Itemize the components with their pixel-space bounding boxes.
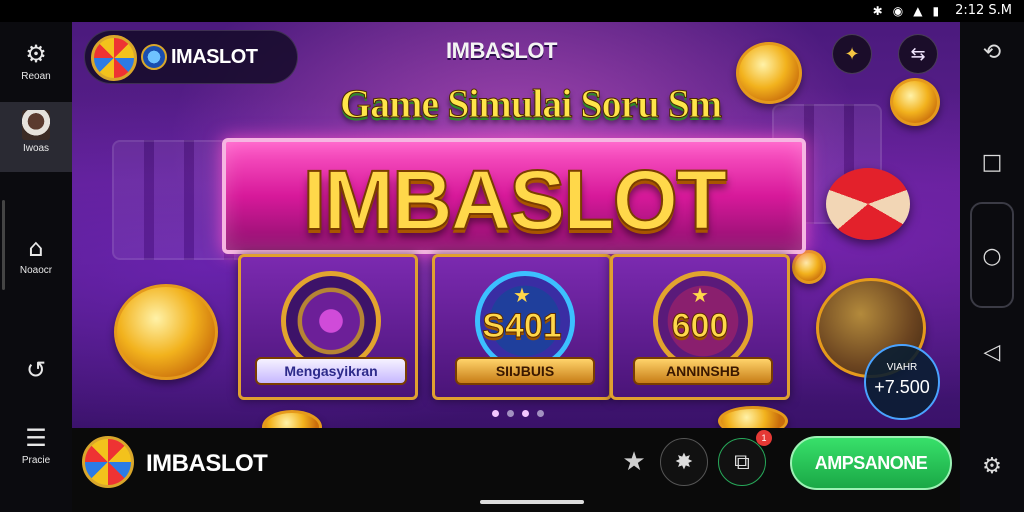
home-icon: ⌂ <box>28 234 44 262</box>
card-value: 600 <box>671 307 729 346</box>
home-indicator[interactable] <box>480 500 584 504</box>
favorite-icon[interactable]: ✸ <box>660 438 708 486</box>
star-rating-icon[interactable]: ★ <box>610 438 658 486</box>
red-ball <box>826 168 910 240</box>
settings-gear-icon[interactable]: ⚙ <box>960 454 1024 479</box>
bottom-app-bar: IMBASLOT ★ ✸ ⧉ 1 AMPSANONE <box>72 428 960 512</box>
gold-coin <box>718 406 788 428</box>
rail-item-layers[interactable]: ☰ Pracie <box>0 424 72 466</box>
logo-badge-icon <box>141 44 167 70</box>
counter-value: +7.500 <box>874 377 930 397</box>
battery-icon: ▮ <box>932 3 940 18</box>
gold-coin <box>736 42 802 104</box>
rail-item-settings[interactable]: ⚙ Reoan <box>0 40 72 82</box>
game-logo[interactable]: IMASLOT <box>84 30 298 84</box>
rail-item-label: Iwoas <box>22 143 50 154</box>
main-banner: IMBASLOT <box>222 138 806 254</box>
signal-icon: ▲ <box>913 3 923 18</box>
card-ribbon: SIIJBUIS <box>455 357 595 385</box>
banner-title: IMBASLOT <box>302 152 729 248</box>
wifi-icon: ◉ <box>892 3 904 18</box>
status-bar: ✱ ◉ ▲ ▮ 2:12 S.M <box>0 0 1024 22</box>
rotate-icon[interactable]: ⟲ <box>960 40 1024 65</box>
counter-label: VIAHR <box>886 362 918 373</box>
rail-item-undo[interactable]: ↺ <box>0 356 72 384</box>
carousel-dot[interactable] <box>492 410 499 417</box>
gold-coin <box>262 410 322 428</box>
bluetooth-icon: ✱ <box>872 3 883 18</box>
carousel-dot[interactable] <box>537 410 544 417</box>
game-card-2[interactable]: ★ S401 SIIJBUIS <box>432 254 612 400</box>
share-icon[interactable]: ⇆ <box>898 34 938 74</box>
circle-home-icon[interactable]: ○ <box>960 244 1024 269</box>
gold-coin <box>114 284 218 380</box>
app-logo-wheel-icon <box>82 436 134 488</box>
rail-item-label: Pracie <box>21 455 51 466</box>
card-ribbon: ANNINSHB <box>633 357 773 385</box>
layers-icon: ☰ <box>25 424 47 452</box>
status-icons: ✱ ◉ ▲ ▮ 2:12 S.M <box>873 3 1012 18</box>
rail-item-profile[interactable]: Iwoas <box>0 102 72 172</box>
star-icon: ★ <box>513 283 531 307</box>
game-screen[interactable]: IMASLOT IMBASLOT ✦ ⇆ Game Simulai Soru S… <box>72 22 960 428</box>
star-icon: ★ <box>691 283 709 307</box>
carousel-dot[interactable] <box>522 410 529 417</box>
card-ribbon: Mengasyikran <box>255 357 407 385</box>
wheel-medal-icon <box>281 271 381 371</box>
balance-counter: VIAHR +7.500 <box>864 344 940 420</box>
status-time: 2:12 S.M <box>955 3 1012 18</box>
game-card-1[interactable]: Mengasyikran <box>238 254 418 400</box>
screen-record-icon[interactable]: ⧉ <box>718 438 766 486</box>
install-button[interactable]: AMPSANONE <box>790 436 952 490</box>
logo-wheel-icon <box>91 35 137 81</box>
carousel-dot[interactable] <box>507 410 514 417</box>
top-brand-title: IMBASLOT <box>446 38 557 63</box>
avatar <box>22 110 50 140</box>
game-subtitle: Game Simulai Soru Sm <box>339 81 722 127</box>
gold-coin <box>792 250 826 284</box>
notification-badge: 1 <box>756 430 772 446</box>
right-rail: ⟲ □ ○ ◁ ⚙ <box>960 22 1024 512</box>
app-title: IMBASLOT <box>146 450 268 477</box>
game-card-3[interactable]: ★ 600 ANNINSHB <box>610 254 790 400</box>
carousel-dots[interactable] <box>492 410 544 417</box>
gear-icon: ⚙ <box>25 40 47 68</box>
rail-item-label: Noaocr <box>19 265 53 276</box>
left-rail: ⚙ Reoan Iwoas ⌂ Noaocr ↺ ☰ Pracie <box>0 22 72 512</box>
card-value: S401 <box>482 307 562 346</box>
back-triangle-icon[interactable]: ◁ <box>960 340 1024 365</box>
gold-coin <box>890 78 940 126</box>
undo-icon: ↺ <box>25 356 47 384</box>
trophy-icon[interactable]: ✦ <box>832 34 872 74</box>
rail-item-label: Reoan <box>21 71 51 82</box>
square-icon[interactable]: □ <box>960 150 1024 175</box>
rail-item-home[interactable]: ⌂ Noaocr <box>0 234 72 276</box>
logo-text: IMASLOT <box>171 46 258 68</box>
